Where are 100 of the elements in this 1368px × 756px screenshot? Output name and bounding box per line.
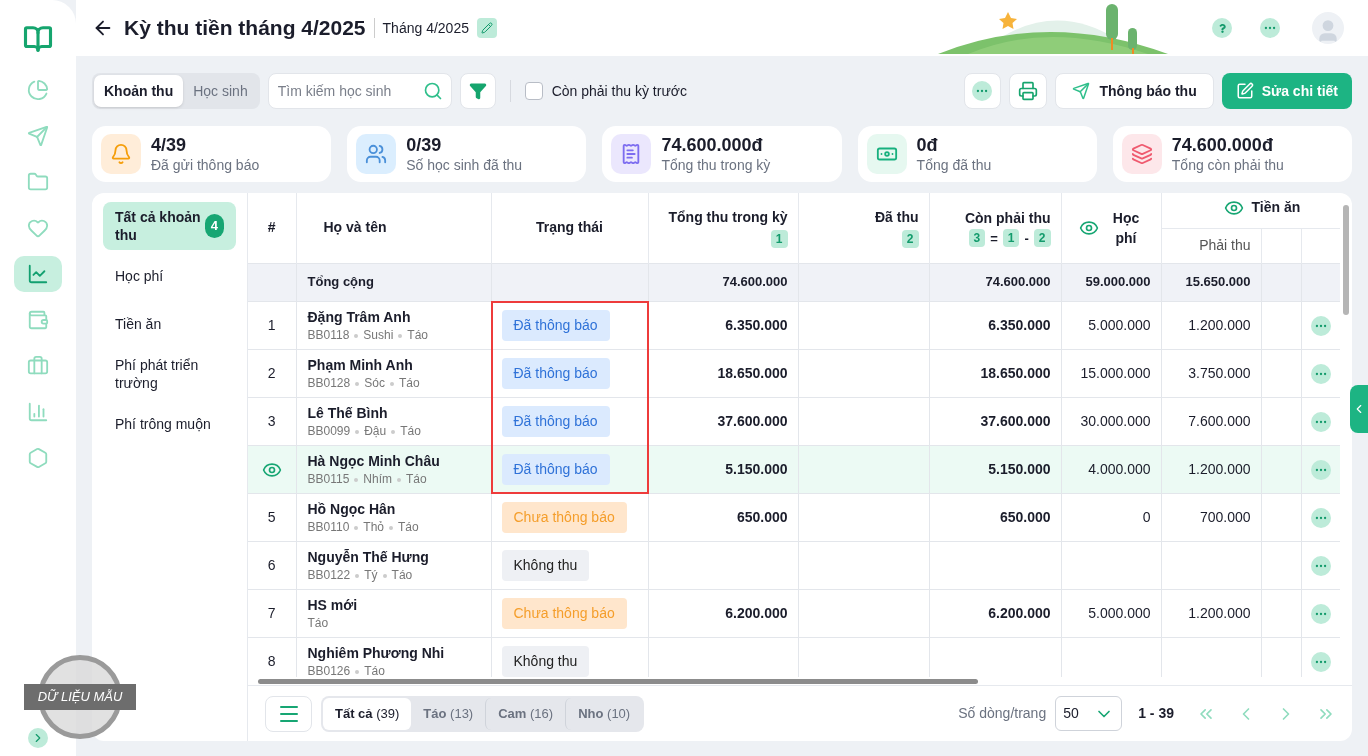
row-menu-button[interactable] (1311, 363, 1332, 384)
table-cell: 650.000 (999, 508, 1051, 525)
print-button[interactable] (1008, 73, 1047, 109)
menu-button[interactable] (265, 695, 312, 732)
table-cell: 18.650.000 (717, 364, 788, 381)
row-menu-button[interactable] (1311, 411, 1332, 432)
column-number-badge: 1 (770, 229, 788, 248)
table-row[interactable]: 7 HS mới Táo Chưa thông báo 6.200.000 6.200.000 5.000.000 1.200.000 (248, 589, 1340, 637)
search-field[interactable]: Tìm kiếm học sinh (267, 73, 452, 109)
period-label: Tháng 4/2025 (382, 18, 469, 38)
table-row[interactable]: 5 Hồ Ngọc Hân BB0110 Thỏ Táo Chưa thông báo 650.000 650.000 0 700.000 (248, 493, 1340, 541)
category-item[interactable]: Phí trông muộn (103, 402, 236, 446)
status-tag: Đã thông báo (501, 309, 610, 341)
group-tab[interactable]: Nho (10) (565, 697, 643, 730)
table-cell: 5.150.000 (988, 460, 1051, 477)
sidebar-item[interactable] (14, 256, 62, 292)
row-menu-button[interactable] (1311, 315, 1332, 336)
table-row[interactable]: 8 Nghiêm Phương Nhi BB0126 Táo Không thu (248, 637, 1340, 677)
more-icon (972, 81, 992, 101)
view-tab[interactable]: Khoản thu (94, 75, 184, 107)
row-number: 1 (267, 316, 276, 333)
row-menu-button[interactable] (1311, 507, 1332, 528)
hexagon-icon (27, 447, 49, 469)
row-number: 6 (267, 556, 276, 573)
category-item[interactable]: Học phí (103, 254, 236, 298)
horizontal-scrollbar[interactable] (258, 678, 978, 684)
row-menu-button[interactable] (1311, 459, 1332, 480)
table-cell: 6.350.000 (988, 316, 1051, 333)
category-item[interactable]: Phí phát triển trường (103, 350, 236, 398)
student-name: Hồ Ngọc Hân (307, 500, 397, 519)
column-header: Còn phải thu (963, 208, 1051, 228)
table-cell: 1.200.000 (1188, 316, 1251, 333)
column-number-badge: 3 (968, 229, 986, 248)
table-cell: 1.200.000 (1188, 460, 1251, 477)
table-row[interactable]: 6 Nguyễn Thế Hưng BB0122 Tý Táo Không thu (248, 541, 1340, 589)
table-cell: 37.600.000 (717, 412, 788, 429)
column-header: # (267, 219, 276, 236)
row-menu-button[interactable] (1311, 651, 1332, 672)
edit-period-button[interactable] (476, 18, 497, 38)
group-tab[interactable]: Cam (16) (485, 697, 566, 730)
student-meta: BB0115 Nhím Táo (307, 471, 428, 487)
table-cell: 15.650.000 (1185, 274, 1251, 290)
status-tag: Đã thông báo (501, 405, 610, 437)
table-row[interactable]: 3 Lê Thế Bình BB0099 Đậu Táo Đã thông báo 37.600.000 37.600.000 30.000.000 7.600.000 (248, 397, 1340, 445)
help-icon[interactable] (1212, 18, 1232, 38)
student-meta: BB0128 Sóc Táo (307, 375, 421, 391)
rows-per-page-select[interactable]: 50 (1055, 696, 1123, 731)
stat-label: Số học sinh đã thu (406, 156, 523, 174)
side-panel-handle[interactable] (1350, 385, 1368, 433)
table-cell: 7.600.000 (1188, 412, 1251, 429)
paper-plane-icon (1071, 82, 1090, 100)
table-row[interactable]: 2 Phạm Minh Anh BB0128 Sóc Táo Đã thông báo 18.650.000 18.650.000 15.000.000 3.750.000 (248, 349, 1340, 397)
student-name: Hà Ngọc Minh Châu (307, 452, 441, 471)
vertical-scrollbar[interactable] (1343, 205, 1349, 315)
status-tag: Không thu (501, 549, 590, 581)
row-menu-button[interactable] (1311, 555, 1332, 576)
student-name: Nghiêm Phương Nhi (307, 644, 446, 663)
table-cell: 37.600.000 (980, 412, 1051, 429)
wallet-icon (27, 309, 49, 331)
table-cell: 6.350.000 (725, 316, 788, 333)
formula-operator: - (1024, 229, 1029, 248)
more-icon[interactable] (1260, 18, 1280, 38)
category-label: Học phí (115, 267, 164, 285)
table-cell: 74.600.000 (722, 274, 788, 290)
student-name: HS mới (307, 596, 359, 615)
student-meta: BB0118 Sushi Táo (307, 327, 430, 343)
table-cell: 0 (1142, 508, 1151, 525)
stat-value: 74.600.000đ (661, 134, 764, 156)
row-number: 2 (267, 364, 276, 381)
checkbox[interactable] (524, 82, 543, 100)
row-number: 8 (267, 652, 276, 669)
table-cell: 1.200.000 (1188, 604, 1251, 621)
count-badge: 4 (204, 214, 224, 238)
pie-chart-icon (27, 79, 49, 101)
briefcase-icon (27, 355, 49, 377)
stat-label: Tổng còn phải thu (1171, 156, 1284, 174)
group-tab[interactable]: Táo (13) (411, 697, 486, 730)
column-header: Tiền ăn (1251, 198, 1301, 217)
table-cell: 6.200.000 (988, 604, 1051, 621)
category-label: Tất cả khoản thu (115, 208, 202, 244)
row-number: 5 (267, 508, 276, 525)
row-menu-button[interactable] (1311, 603, 1332, 624)
group-tab[interactable]: Tất cả (39) (323, 697, 412, 730)
paper-plane-icon (27, 125, 49, 147)
table-row[interactable]: Hà Ngọc Minh Châu BB0115 Nhím Táo Đã thông báo 5.150.000 5.150.000 4.000.000 1.200.000 (248, 445, 1340, 493)
filter-button[interactable] (459, 73, 496, 109)
student-name: Nguyễn Thế Hưng (307, 548, 430, 567)
checkbox-label: Còn phải thu kỳ trước (551, 81, 687, 101)
view-tab[interactable]: Học sinh (183, 75, 258, 107)
status-tag: Không thu (501, 645, 590, 677)
total-label: Tổng cộng (307, 274, 374, 290)
pencil-icon (1235, 82, 1254, 100)
table-cell: 59.000.000 (1085, 274, 1151, 290)
stat-label: Đã gửi thông báo (151, 156, 260, 174)
category-item[interactable]: Tiền ăn (103, 302, 236, 346)
student-meta: BB0122 Tý Táo (307, 567, 414, 583)
table-row[interactable]: 1 Đặng Trâm Anh BB0118 Sushi Táo Đã thông báo 6.350.000 6.350.000 5.000.000 1.200.000 (248, 301, 1340, 349)
column-header: Học phí (1111, 208, 1141, 248)
notify-button[interactable]: Thông báo thu (1054, 73, 1214, 109)
table-cell: 5.000.000 (1088, 604, 1151, 621)
